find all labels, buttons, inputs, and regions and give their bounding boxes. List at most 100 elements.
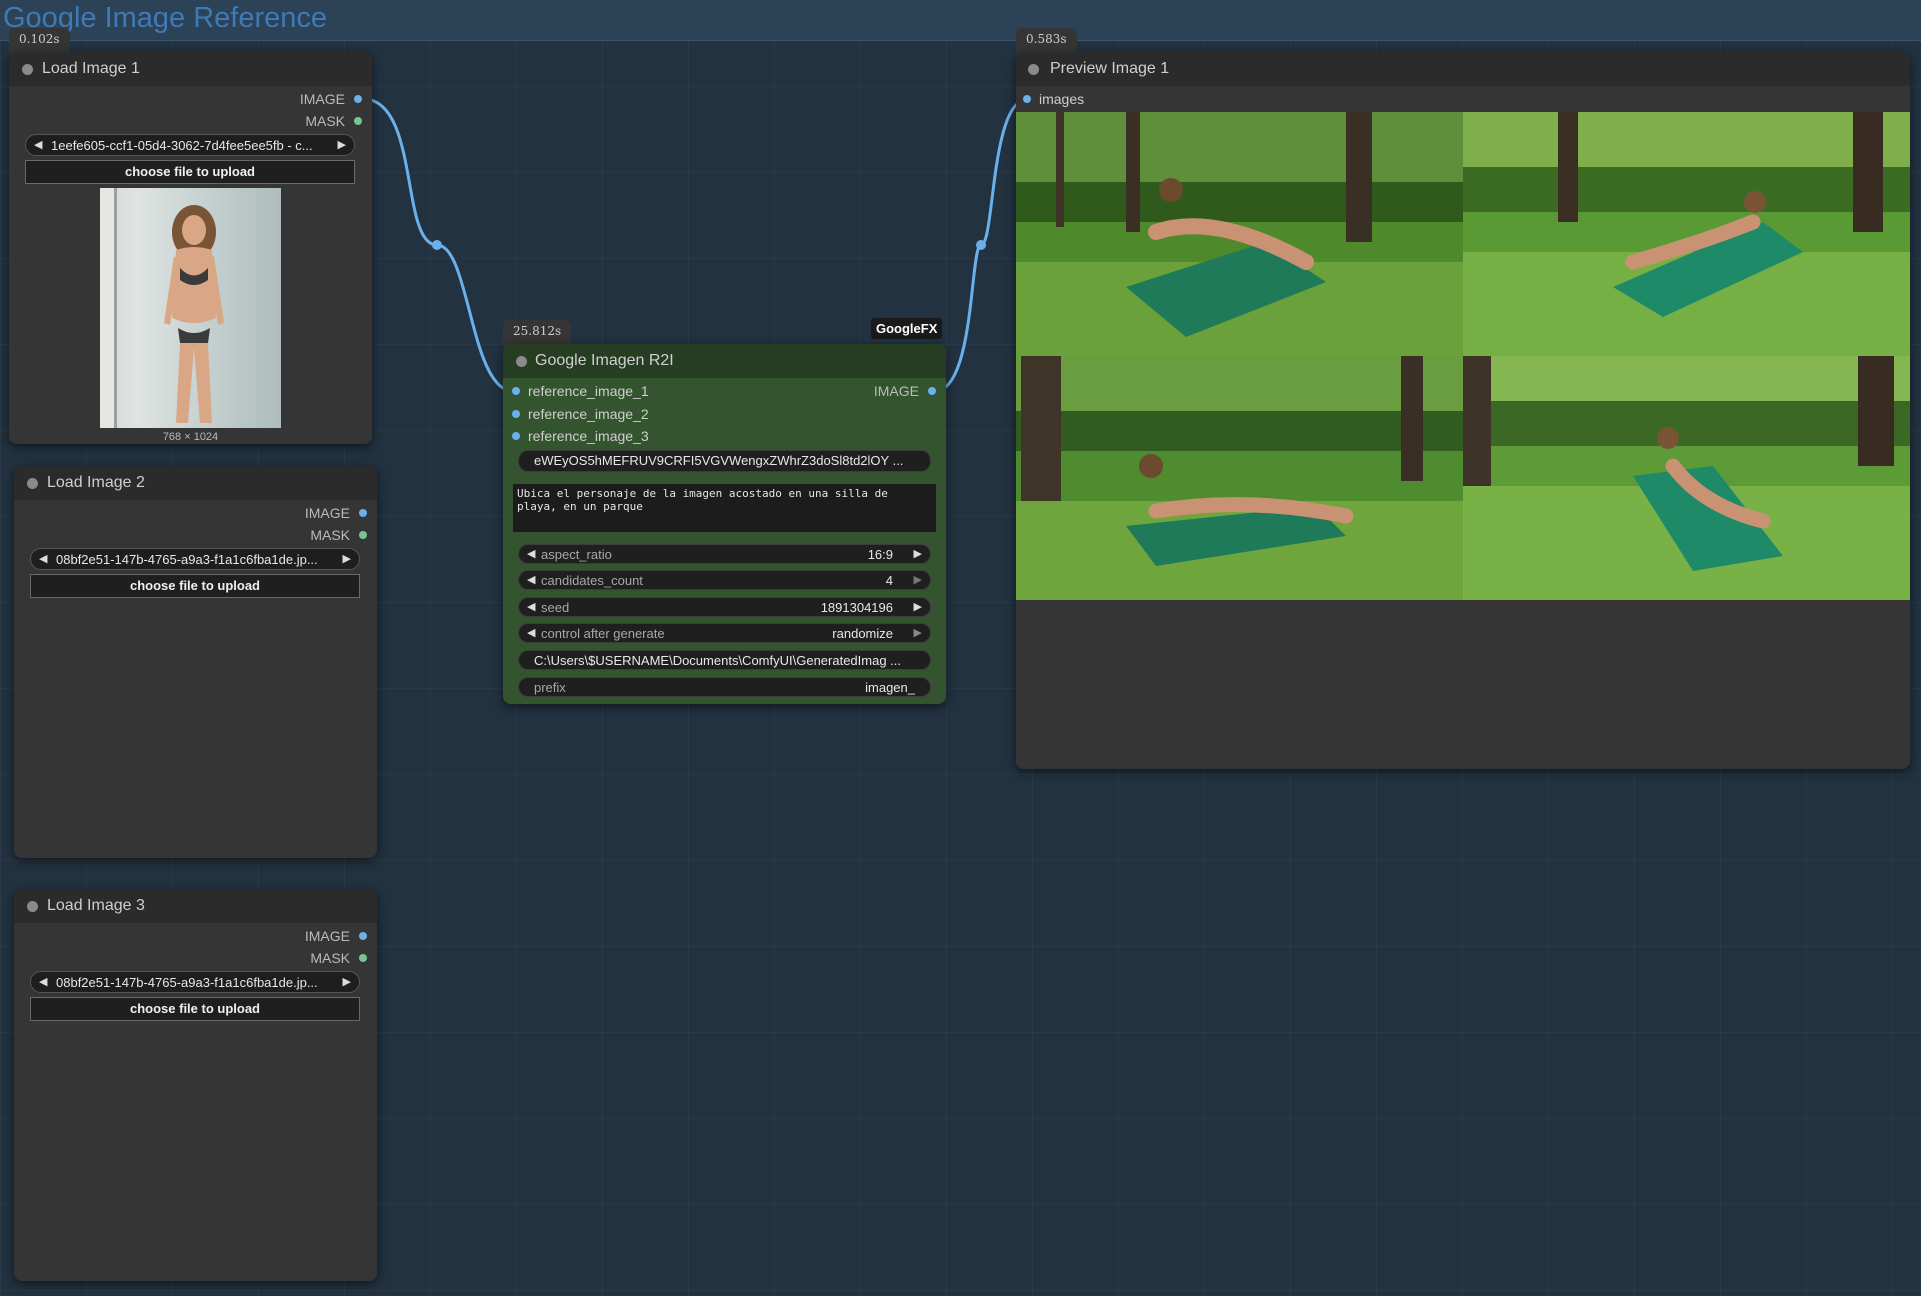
load-image-3-node[interactable]: Load Image 3 IMAGE MASK ◀ 08bf2e51-147b-… xyxy=(14,889,377,1281)
output-slot-icon[interactable] xyxy=(354,117,362,125)
api-key-field[interactable]: eWEyOS5hMEFRUV9CRFI5VGVWengxZWhrZ3doSl8t… xyxy=(518,450,931,472)
park-photo-icon xyxy=(1463,356,1910,600)
load-image-2-node[interactable]: Load Image 2 IMAGE MASK ◀ 08bf2e51-147b-… xyxy=(14,466,377,858)
input-reference-image-2[interactable]: reference_image_2 xyxy=(512,406,649,422)
image-file-combo[interactable]: ◀ 1eefe605-ccf1-05d4-3062-7d4fee5ee5fb -… xyxy=(25,134,355,156)
upload-button[interactable]: choose file to upload xyxy=(30,997,360,1021)
widget-value: randomize xyxy=(832,626,893,641)
input-reference-image-1[interactable]: reference_image_1 xyxy=(512,383,649,399)
input-label: reference_image_3 xyxy=(528,428,649,444)
link-midpoint xyxy=(432,240,442,250)
generated-image-4[interactable] xyxy=(1463,356,1910,600)
arrow-right-icon[interactable]: ▶ xyxy=(343,975,351,988)
collapse-dot-icon[interactable] xyxy=(27,901,38,912)
collapse-dot-icon[interactable] xyxy=(27,478,38,489)
node-title-bar[interactable]: Google Imagen R2I xyxy=(503,344,946,378)
output-image[interactable]: IMAGE xyxy=(305,505,367,521)
widget-value: imagen_ xyxy=(865,680,915,695)
arrow-left-icon[interactable]: ◀ xyxy=(527,626,535,639)
output-slot-icon[interactable] xyxy=(354,95,362,103)
widget-label: seed xyxy=(541,600,570,615)
generated-image-2[interactable] xyxy=(1463,112,1910,356)
output-label: IMAGE xyxy=(873,383,919,399)
input-slot-icon[interactable] xyxy=(512,432,520,440)
upload-button[interactable]: choose file to upload xyxy=(30,574,360,598)
image-file-combo[interactable]: ◀ 08bf2e51-147b-4765-a9a3-f1a1c6fba1de.j… xyxy=(30,971,360,993)
output-label: IMAGE xyxy=(304,505,350,521)
aspect-ratio-combo[interactable]: ◀ aspect_ratio 16:9 ▶ xyxy=(518,544,931,564)
widget-value: 1891304196 xyxy=(820,600,893,615)
widget-label: control after generate xyxy=(541,626,665,641)
node-title: Load Image 1 xyxy=(42,60,140,77)
output-image[interactable]: IMAGE xyxy=(874,383,936,399)
arrow-left-icon[interactable]: ◀ xyxy=(39,975,47,988)
output-mask[interactable]: MASK xyxy=(310,950,367,966)
google-imagen-node[interactable]: Google Imagen R2I reference_image_1 refe… xyxy=(503,344,946,704)
googlefx-badge: GoogleFX xyxy=(871,318,943,339)
output-mask[interactable]: MASK xyxy=(310,527,367,543)
park-photo-icon xyxy=(1463,112,1910,356)
arrow-right-icon[interactable]: ▶ xyxy=(914,626,922,639)
combo-value: 1eefe605-ccf1-05d4-3062-7d4fee5ee5fb - c… xyxy=(51,138,313,153)
input-slot-icon[interactable] xyxy=(512,387,520,395)
arrow-left-icon[interactable]: ◀ xyxy=(527,573,535,586)
node-title-bar[interactable]: Load Image 1 xyxy=(9,52,372,86)
output-label: MASK xyxy=(305,113,345,129)
output-slot-icon[interactable] xyxy=(359,932,367,940)
widget-value: 4 xyxy=(885,573,893,588)
input-slot-icon[interactable] xyxy=(1023,95,1031,103)
arrow-left-icon[interactable]: ◀ xyxy=(39,552,47,565)
widget-value: 16:9 xyxy=(867,547,893,562)
output-mask[interactable]: MASK xyxy=(305,113,362,129)
output-image[interactable]: IMAGE xyxy=(305,928,367,944)
load-image-1-node[interactable]: Load Image 1 IMAGE MASK ◀ 1eefe605-ccf1-… xyxy=(9,52,372,444)
control-after-generate-combo[interactable]: ◀ control after generate randomize ▶ xyxy=(518,623,931,643)
arrow-left-icon[interactable]: ◀ xyxy=(527,600,535,613)
prompt-textarea[interactable]: Ubica el personaje de la imagen acostado… xyxy=(513,484,936,532)
collapse-dot-icon[interactable] xyxy=(22,64,33,75)
preview-image-node[interactable]: Preview Image 1 images xyxy=(1016,52,1910,769)
arrow-right-icon[interactable]: ▶ xyxy=(343,552,351,565)
node-title: Google Imagen R2I xyxy=(535,352,674,369)
node-title-bar[interactable]: Load Image 2 xyxy=(14,466,377,500)
image-file-combo[interactable]: ◀ 08bf2e51-147b-4765-a9a3-f1a1c6fba1de.j… xyxy=(30,548,360,570)
output-label: MASK xyxy=(310,950,350,966)
output-image[interactable]: IMAGE xyxy=(300,91,362,107)
prefix-field[interactable]: prefix imagen_ xyxy=(518,677,931,697)
api-key-value: eWEyOS5hMEFRUV9CRFI5VGVWengxZWhrZ3doSl8t… xyxy=(534,453,904,468)
link-load1-to-imagen xyxy=(362,97,514,393)
execution-time-badge: 0.102s xyxy=(9,28,70,54)
arrow-right-icon[interactable]: ▶ xyxy=(914,547,922,560)
seed-number[interactable]: ◀ seed 1891304196 ▶ xyxy=(518,597,931,617)
output-slot-icon[interactable] xyxy=(928,387,936,395)
park-photo-icon xyxy=(1016,356,1463,600)
arrow-right-icon[interactable]: ▶ xyxy=(914,573,922,586)
output-label: IMAGE xyxy=(304,928,350,944)
output-slot-icon[interactable] xyxy=(359,509,367,517)
input-reference-image-3[interactable]: reference_image_3 xyxy=(512,428,649,444)
input-slot-icon[interactable] xyxy=(512,410,520,418)
execution-time-badge: 25.812s xyxy=(503,320,572,346)
output-path-field[interactable]: C:\Users\$USERNAME\Documents\ComfyUI\Gen… xyxy=(518,650,931,670)
execution-time-badge: 0.583s xyxy=(1016,28,1077,54)
output-slot-icon[interactable] xyxy=(359,531,367,539)
output-label: IMAGE xyxy=(299,91,345,107)
candidates-count-number[interactable]: ◀ candidates_count 4 ▶ xyxy=(518,570,931,590)
generated-image-3[interactable] xyxy=(1016,356,1463,600)
generated-image-1[interactable] xyxy=(1016,112,1463,356)
upload-button[interactable]: choose file to upload xyxy=(25,160,355,184)
node-title: Load Image 3 xyxy=(47,897,145,914)
output-slot-icon[interactable] xyxy=(359,954,367,962)
arrow-right-icon[interactable]: ▶ xyxy=(338,138,346,151)
collapse-dot-icon[interactable] xyxy=(516,356,527,367)
collapse-dot-icon[interactable] xyxy=(1028,64,1039,75)
node-title-bar[interactable]: Load Image 3 xyxy=(14,889,377,923)
link-midpoint xyxy=(976,240,986,250)
input-images[interactable]: images xyxy=(1023,91,1084,107)
input-label: reference_image_1 xyxy=(528,383,649,399)
node-title-bar[interactable]: Preview Image 1 xyxy=(1016,52,1910,86)
arrow-left-icon[interactable]: ◀ xyxy=(527,547,535,560)
combo-value: 08bf2e51-147b-4765-a9a3-f1a1c6fba1de.jp.… xyxy=(56,975,318,990)
arrow-left-icon[interactable]: ◀ xyxy=(34,138,42,151)
arrow-right-icon[interactable]: ▶ xyxy=(914,600,922,613)
